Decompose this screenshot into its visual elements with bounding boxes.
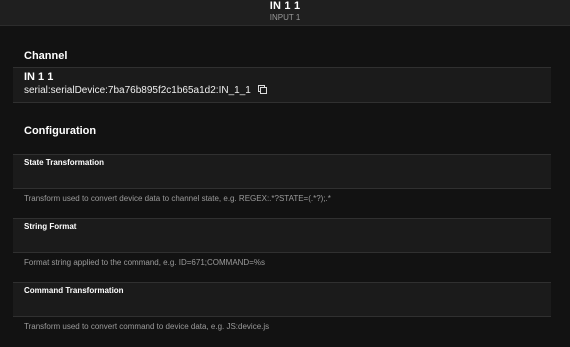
channel-uid-row: serial:serialDevice:7ba76b895f2c1b65a1d2… bbox=[24, 85, 267, 96]
page-header: IN 1 1 INPUT 1 bbox=[0, 0, 570, 26]
state-transformation-hint: Transform used to convert device data to… bbox=[24, 194, 331, 203]
channel-name: IN 1 1 bbox=[24, 71, 54, 83]
copy-icon[interactable] bbox=[257, 85, 267, 94]
channel-info-box: IN 1 1 serial:serialDevice:7ba76b895f2c1… bbox=[13, 67, 551, 103]
string-format-label: String Format bbox=[24, 222, 77, 231]
configuration-section-title: Configuration bbox=[24, 125, 97, 137]
string-format-field[interactable]: String Format bbox=[13, 218, 551, 253]
command-transformation-hint: Transform used to convert command to dev… bbox=[24, 322, 270, 331]
command-transformation-field[interactable]: Command Transformation bbox=[13, 282, 551, 317]
state-transformation-field[interactable]: State Transformation bbox=[13, 154, 551, 189]
command-transformation-input[interactable] bbox=[24, 298, 540, 313]
page-title: IN 1 1 bbox=[269, 0, 301, 12]
command-transformation-label: Command Transformation bbox=[24, 286, 124, 295]
page-subtitle: INPUT 1 bbox=[269, 13, 301, 22]
channel-uid: serial:serialDevice:7ba76b895f2c1b65a1d2… bbox=[24, 85, 251, 96]
state-transformation-input[interactable] bbox=[24, 170, 540, 185]
channel-section-title: Channel bbox=[24, 50, 68, 62]
state-transformation-label: State Transformation bbox=[24, 158, 105, 167]
string-format-input[interactable] bbox=[24, 234, 540, 249]
string-format-hint: Format string applied to the command, e.… bbox=[24, 258, 265, 267]
